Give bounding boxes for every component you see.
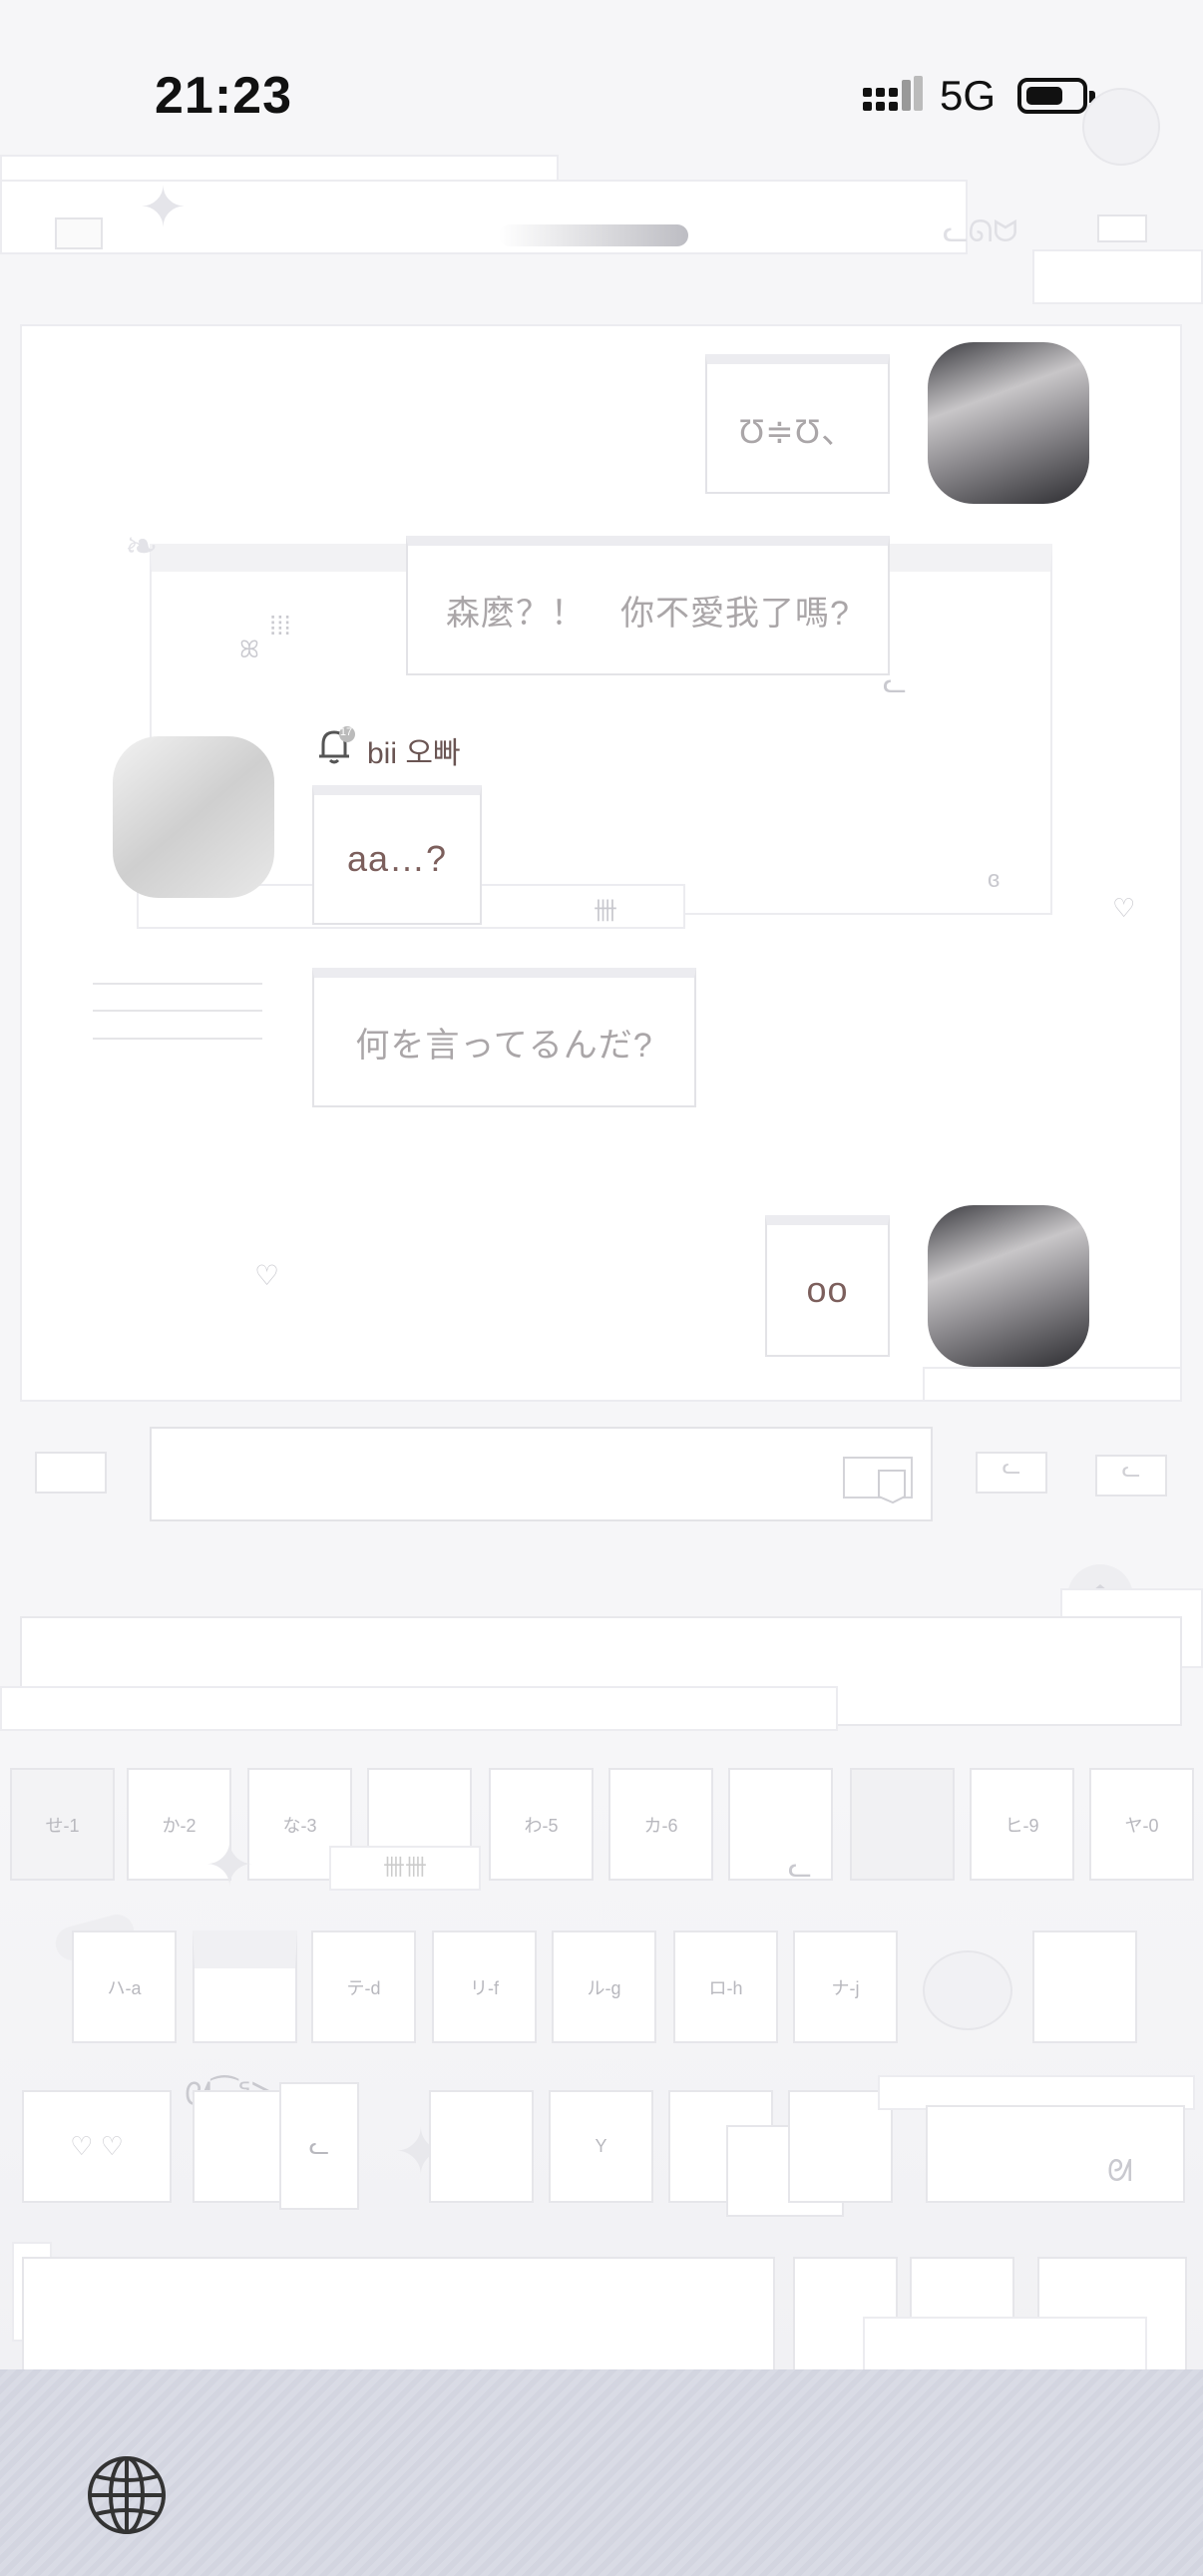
key[interactable]: ロ-h bbox=[673, 1931, 778, 2043]
message-bubble-right[interactable]: 森麼？！ 你不愛我了嗎? bbox=[406, 536, 890, 675]
globe-icon[interactable] bbox=[86, 2454, 168, 2541]
keyboard-decoration bbox=[863, 2317, 1147, 2374]
speed-lines-decoration bbox=[499, 224, 688, 246]
key[interactable] bbox=[728, 1768, 833, 1881]
grid-icon: ⁞⁞⁞ bbox=[269, 611, 291, 641]
message-bubble-left[interactable]: 何を言ってるんだ? bbox=[312, 968, 696, 1107]
swirl-icon: ɞ bbox=[988, 866, 1001, 893]
key[interactable] bbox=[1032, 1931, 1137, 2043]
key[interactable] bbox=[926, 2105, 1185, 2203]
key[interactable]: ナ-j bbox=[793, 1931, 898, 2043]
heart-icon: ♡ bbox=[254, 1260, 280, 1291]
key[interactable]: ᓚ bbox=[279, 2082, 359, 2210]
keyboard-bottom-bar bbox=[0, 2369, 1203, 2576]
fence-icon: 卌 bbox=[594, 898, 617, 925]
key[interactable]: カ-6 bbox=[608, 1768, 713, 1881]
feather-icon bbox=[35, 1452, 107, 1494]
wing-orb-decoration bbox=[1082, 88, 1160, 166]
rabbit-icon: ᘛ bbox=[1107, 2155, 1133, 2188]
key[interactable]: ♡ ♡ bbox=[22, 2090, 172, 2203]
cat-icon: ᓚ bbox=[788, 1852, 812, 1883]
status-bar: 21:23 5G bbox=[0, 0, 1203, 166]
message-input[interactable] bbox=[150, 1427, 933, 1521]
status-time: 21:23 bbox=[155, 67, 292, 125]
key[interactable]: リ-f bbox=[432, 1931, 537, 2043]
cat-icon[interactable]: ᓚ bbox=[976, 1452, 1047, 1494]
chat-decoration-strip bbox=[923, 1367, 1182, 1402]
message-text: aa…? bbox=[346, 838, 448, 879]
space-key[interactable] bbox=[22, 2257, 775, 2371]
key[interactable]: ヤ-0 bbox=[1089, 1768, 1194, 1881]
self-avatar[interactable] bbox=[928, 1205, 1089, 1367]
signal-icon bbox=[863, 76, 923, 123]
decoration-lines bbox=[93, 1038, 262, 1040]
decoration-lines bbox=[93, 1010, 262, 1012]
fence-decoration: 卌卌 bbox=[329, 1846, 481, 1891]
message-text: 何を言ってるんだ? bbox=[355, 1026, 653, 1065]
key[interactable]: わ-5 bbox=[489, 1768, 594, 1881]
key[interactable] bbox=[429, 2090, 534, 2203]
suggestion-decoration bbox=[0, 1686, 838, 1731]
notification-badge: 17 bbox=[339, 726, 353, 738]
star-icon: ✦ bbox=[140, 176, 187, 238]
message-bubble-right[interactable]: Ʊ≑Ʊ、 bbox=[705, 354, 890, 494]
key[interactable]: ル-g bbox=[552, 1931, 656, 2043]
face-icon: ꕤ bbox=[239, 637, 259, 663]
contact-avatar[interactable] bbox=[113, 736, 274, 898]
battery-icon bbox=[1017, 78, 1095, 114]
network-label: 5G bbox=[940, 72, 997, 119]
key[interactable]: ハ-a bbox=[72, 1931, 177, 2043]
message-bubble-left[interactable]: aa…? bbox=[312, 785, 482, 925]
cat-icon[interactable]: ᓚ bbox=[1095, 1455, 1167, 1497]
key[interactable]: せ-1 bbox=[10, 1768, 115, 1881]
sender-name: bii 오빠 bbox=[367, 737, 461, 770]
self-avatar[interactable] bbox=[928, 342, 1089, 504]
header-decoration bbox=[1032, 249, 1203, 304]
heart-icon: ♡ bbox=[1112, 893, 1136, 923]
key[interactable]: テ-d bbox=[311, 1931, 416, 2043]
message-text: Ʊ≑Ʊ、 bbox=[738, 412, 857, 451]
message-bubble-right[interactable]: oo bbox=[765, 1215, 890, 1357]
message-text: 森麼？！ 你不愛我了嗎? bbox=[446, 594, 850, 633]
key[interactable] bbox=[193, 2090, 282, 2203]
key[interactable]: Y bbox=[549, 2090, 653, 2203]
decoration-lines bbox=[93, 983, 262, 985]
key[interactable] bbox=[850, 1768, 955, 1881]
feather-icon bbox=[55, 217, 103, 249]
star-icon: ✦ bbox=[204, 1832, 255, 1899]
cat-icon bbox=[1097, 215, 1147, 242]
send-icon[interactable] bbox=[843, 1457, 913, 1509]
cat-icon: ᓚᘏᗢ bbox=[943, 215, 1018, 248]
wing-orb-icon bbox=[923, 1950, 1012, 2030]
feather-icon: ❧ bbox=[125, 525, 159, 569]
message-text: oo bbox=[806, 1269, 849, 1310]
key[interactable]: ヒ-9 bbox=[970, 1768, 1074, 1881]
key[interactable] bbox=[193, 1931, 297, 2043]
